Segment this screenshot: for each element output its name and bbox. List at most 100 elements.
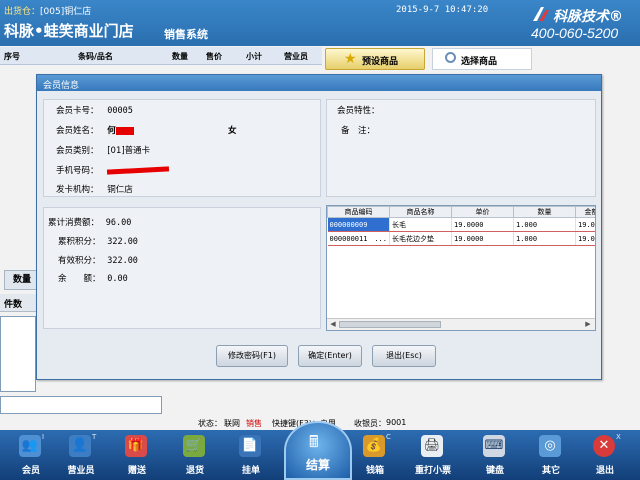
valid-points-label: 有效积分： (58, 256, 101, 266)
scroll-thumb[interactable] (339, 321, 441, 328)
reprint-receipt-button-label: 重打小票 (414, 466, 451, 476)
return-button[interactable]: 🛒 退货 (166, 432, 224, 478)
warehouse-value: [005]铜仁店 (40, 7, 92, 17)
col-subtotal: 小计 (246, 52, 262, 61)
exit-button-label: 退出 (595, 466, 614, 476)
scroll-right-icon[interactable]: ▶ (583, 320, 593, 329)
cell-price: 19.0000 (451, 217, 514, 232)
th-price[interactable]: 单价 (451, 206, 514, 218)
cell-code-ellipsis: ... (374, 234, 387, 243)
keyboard-icon: ⌨ (483, 435, 505, 457)
cell-price: 19.0000 (451, 231, 514, 246)
member-basic-panel: 会员卡号： 00005 会员姓名： 何 女 会员类别： [01]普通卡 手机号码… (43, 99, 321, 197)
valid-points-row: 有效积分： 322.00 (58, 254, 138, 266)
horizontal-scrollbar[interactable]: ◀ ▶ (327, 318, 595, 330)
cell-code: 000000011 ... (327, 231, 390, 246)
brand-logo-text: 科脉技术® (553, 9, 623, 25)
total-spend-row: 累计消费额： 96.00 (48, 216, 131, 228)
return-icon: 🛒 (183, 435, 205, 457)
clerk-key: T (92, 433, 97, 441)
dialog-title: 会员信息 (37, 75, 601, 91)
points-label: 累积积分： (58, 237, 101, 247)
cashbox-icon: 💰 (363, 435, 385, 457)
name-label: 会员姓名： (56, 126, 99, 136)
cashbox-button[interactable]: 💰 C 钱箱 (346, 432, 404, 478)
star-icon: ★ (344, 51, 357, 67)
th-code[interactable]: 商品编码 (327, 206, 390, 218)
category-label: 会员类别： (56, 146, 99, 156)
hold-order-button[interactable]: 📄 挂单 (222, 432, 280, 478)
cashbox-button-label: 钱箱 (365, 466, 384, 476)
hold-icon: 📄 (239, 435, 261, 457)
cell-amount: 19.00 (575, 231, 595, 246)
table-row[interactable]: 000000011 ... 长毛花边夕垫 19.0000 1.000 19.00 (327, 231, 595, 246)
total-spend-value: 96.00 (105, 218, 132, 228)
exit-button[interactable]: ✕ X 退出 (576, 432, 634, 478)
cell-name: 长毛 (389, 217, 452, 232)
brand-logo-icon (533, 7, 549, 21)
gift-button[interactable]: 🎁 赠送 (108, 432, 166, 478)
other-button[interactable]: ◎ 其它 (522, 432, 580, 478)
card-no-label: 会员卡号： (56, 106, 99, 116)
category-value: [01]普通卡 (107, 146, 151, 156)
tab-preset-goods-label: 预设商品 (362, 57, 399, 67)
datetime: 2015-9-7 10:47:20 (396, 5, 489, 15)
brand-phone: 400-060-5200 (531, 25, 619, 41)
total-spend-label: 累计消费额： (48, 218, 100, 228)
tab-select-goods[interactable]: 选择商品 (432, 48, 532, 70)
cell-code: 000000009 (327, 217, 390, 232)
other-button-label: 其它 (541, 466, 560, 476)
th-qty[interactable]: 数量 (513, 206, 576, 218)
member-info-dialog: 会员信息 会员卡号： 00005 会员姓名： 何 女 会员类别： [01]普通卡… (36, 74, 602, 380)
sales-grid-header: 序号 条码/品名 数量 售价 小计 营业员 (0, 47, 322, 65)
phone-label: 手机号码： (56, 166, 99, 176)
clerk-icon: 👤 (69, 435, 91, 457)
checkout-icon: 🖩 (309, 432, 319, 451)
issuer-label: 发卡机构： (56, 185, 99, 195)
balance-label: 余 额： (58, 274, 101, 284)
tab-preset-goods[interactable]: ★ 预设商品 (325, 48, 425, 70)
purchase-history-table[interactable]: 商品编码 商品名称 单价 数量 金额 000000009 长毛 19.0000 … (326, 205, 596, 331)
category-row: 会员类别： [01]普通卡 (56, 144, 150, 156)
keyboard-button[interactable]: ⌨ 键盘 (466, 432, 524, 478)
cell-amount: 19.00 (575, 217, 595, 232)
tab-select-goods-label: 选择商品 (461, 57, 498, 67)
item-count-list[interactable] (0, 316, 36, 392)
keyboard-button-label: 键盘 (485, 466, 504, 476)
col-barcode-name: 条码/品名 (78, 52, 113, 61)
change-password-button[interactable]: 修改密码(F1) (216, 345, 288, 367)
valid-points-value: 322.00 (107, 256, 138, 266)
col-price: 售价 (206, 52, 222, 61)
gift-button-label: 赠送 (127, 466, 146, 476)
points-value: 322.00 (107, 237, 138, 247)
phone-redaction (107, 166, 170, 175)
clerk-button-label: 营业员 (67, 466, 95, 476)
checkout-button[interactable]: 🖩 结算 (284, 421, 352, 480)
reprint-receipt-button[interactable]: 🖨 重打小票 (404, 432, 462, 478)
table-row[interactable]: 000000009 长毛 19.0000 1.000 19.00 (327, 217, 595, 232)
th-name[interactable]: 商品名称 (389, 206, 452, 218)
th-amount[interactable]: 金额 (575, 206, 595, 218)
points-row: 累积积分： 322.00 (58, 235, 138, 247)
exit-dialog-button[interactable]: 退出(Esc) (372, 345, 436, 367)
barcode-input[interactable] (0, 396, 162, 414)
card-no-row: 会员卡号： 00005 (56, 104, 133, 116)
balance-row: 余 额： 0.00 (58, 272, 128, 284)
exit-key: X (616, 433, 621, 441)
confirm-button[interactable]: 确定(Enter) (298, 345, 362, 367)
tab-quantity[interactable]: 数量 (4, 270, 40, 290)
member-key: I (42, 433, 45, 441)
card-no-value: 00005 (107, 106, 133, 116)
clerk-button[interactable]: 👤 T 营业员 (52, 432, 110, 478)
cell-qty: 1.000 (513, 231, 576, 246)
status-label: 状态： (198, 419, 222, 428)
table-header-row: 商品编码 商品名称 单价 数量 金额 (327, 206, 595, 218)
scroll-left-icon[interactable]: ◀ (328, 320, 338, 329)
gift-icon: 🎁 (125, 435, 147, 457)
col-qty: 数量 (172, 52, 188, 61)
cell-name: 长毛花边夕垫 (389, 231, 452, 246)
remark-label: 备 注： (341, 126, 376, 136)
col-index: 序号 (4, 52, 20, 61)
shop-name: 科脉•蛙笑商业门店 (4, 22, 134, 40)
name-redaction (115, 126, 134, 135)
